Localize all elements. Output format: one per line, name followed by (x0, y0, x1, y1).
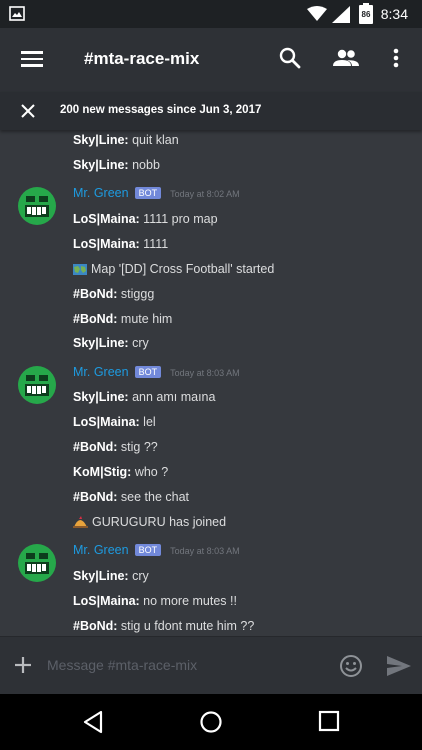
bot-face-icon (25, 375, 49, 396)
message-line: #BoNd: stiggg (73, 287, 155, 301)
members-icon[interactable] (332, 46, 360, 70)
channel-title: #mta-race-mix (84, 49, 200, 68)
message-line: #BoNd: stig ?? (73, 440, 158, 454)
timestamp: Today at 8:02 AM (170, 189, 240, 199)
bot-face-icon (25, 553, 49, 574)
message-line: KoM|Stig: who ? (73, 465, 169, 479)
message-line: Sky|Line: nobb (73, 158, 160, 172)
message-line: LoS|Maina: no more mutes !! (73, 594, 237, 608)
navigation-bar (0, 694, 422, 750)
emoji-icon[interactable] (339, 654, 363, 678)
battery-level: 86 (361, 10, 371, 19)
timestamp: Today at 8:03 AM (170, 546, 240, 556)
bot-face-icon (25, 196, 49, 217)
message-line: LoS|Maina: 1111 (73, 237, 169, 251)
plus-icon[interactable] (12, 654, 34, 676)
close-icon[interactable] (20, 103, 36, 119)
home-icon[interactable] (199, 710, 223, 734)
message-line: Sky|Line: ann amı maına (73, 390, 216, 404)
new-messages-banner[interactable]: 200 new messages since Jun 3, 2017 (0, 92, 422, 130)
more-vert-icon[interactable] (392, 46, 400, 70)
message-line: #BoNd: mute him (73, 312, 173, 326)
bot-badge: BOT (134, 366, 162, 378)
message-line: Sky|Line: cry (73, 569, 149, 583)
message-line: LoS|Maina: lel (73, 415, 156, 429)
send-icon[interactable] (386, 655, 412, 677)
bot-badge: BOT (134, 544, 162, 556)
author-name[interactable]: Mr. Green (73, 543, 129, 557)
message-line: LoS|Maina: 1111 pro map (73, 212, 218, 226)
message-composer: Message #mta-race-mix (0, 636, 422, 694)
message-header: Mr. Green BOT Today at 8:03 AM (73, 365, 240, 379)
app-bar: #mta-race-mix (0, 28, 422, 92)
avatar[interactable] (18, 187, 56, 225)
wifi-icon (307, 6, 327, 21)
author-name[interactable]: Mr. Green (73, 365, 129, 379)
author-name[interactable]: Mr. Green (73, 186, 129, 200)
avatar[interactable] (18, 366, 56, 404)
search-icon[interactable] (278, 46, 302, 70)
message-list[interactable]: Sky|Line: quit klan Sky|Line: nobb Mr. G… (0, 130, 422, 636)
timestamp: Today at 8:03 AM (170, 368, 240, 378)
message-line: GURUGURU has joined (73, 515, 226, 529)
gallery-icon (9, 6, 25, 21)
bot-badge: BOT (134, 187, 162, 199)
message-header: Mr. Green BOT Today at 8:03 AM (73, 543, 240, 557)
recents-icon[interactable] (318, 710, 340, 732)
battery-icon: 86 (359, 3, 373, 24)
banner-text: 200 new messages since Jun 3, 2017 (60, 104, 262, 116)
message-input[interactable]: Message #mta-race-mix (42, 652, 322, 678)
message-header: Mr. Green BOT Today at 8:02 AM (73, 186, 240, 200)
message-line: #BoNd: see the chat (73, 490, 190, 504)
menu-icon[interactable] (20, 48, 46, 72)
avatar[interactable] (18, 544, 56, 582)
message-line: Map '[DD] Cross Football' started (73, 262, 274, 276)
message-line: Sky|Line: cry (73, 336, 149, 350)
status-time: 8:34 (380, 6, 408, 22)
message-line: Sky|Line: quit klan (73, 133, 179, 147)
join-icon (73, 516, 88, 528)
back-icon[interactable] (82, 710, 104, 734)
status-bar: 86 8:34 (0, 0, 422, 28)
signal-icon (332, 6, 350, 23)
map-icon (73, 264, 87, 275)
message-line: #BoNd: stig u fdont mute him ?? (73, 619, 255, 633)
